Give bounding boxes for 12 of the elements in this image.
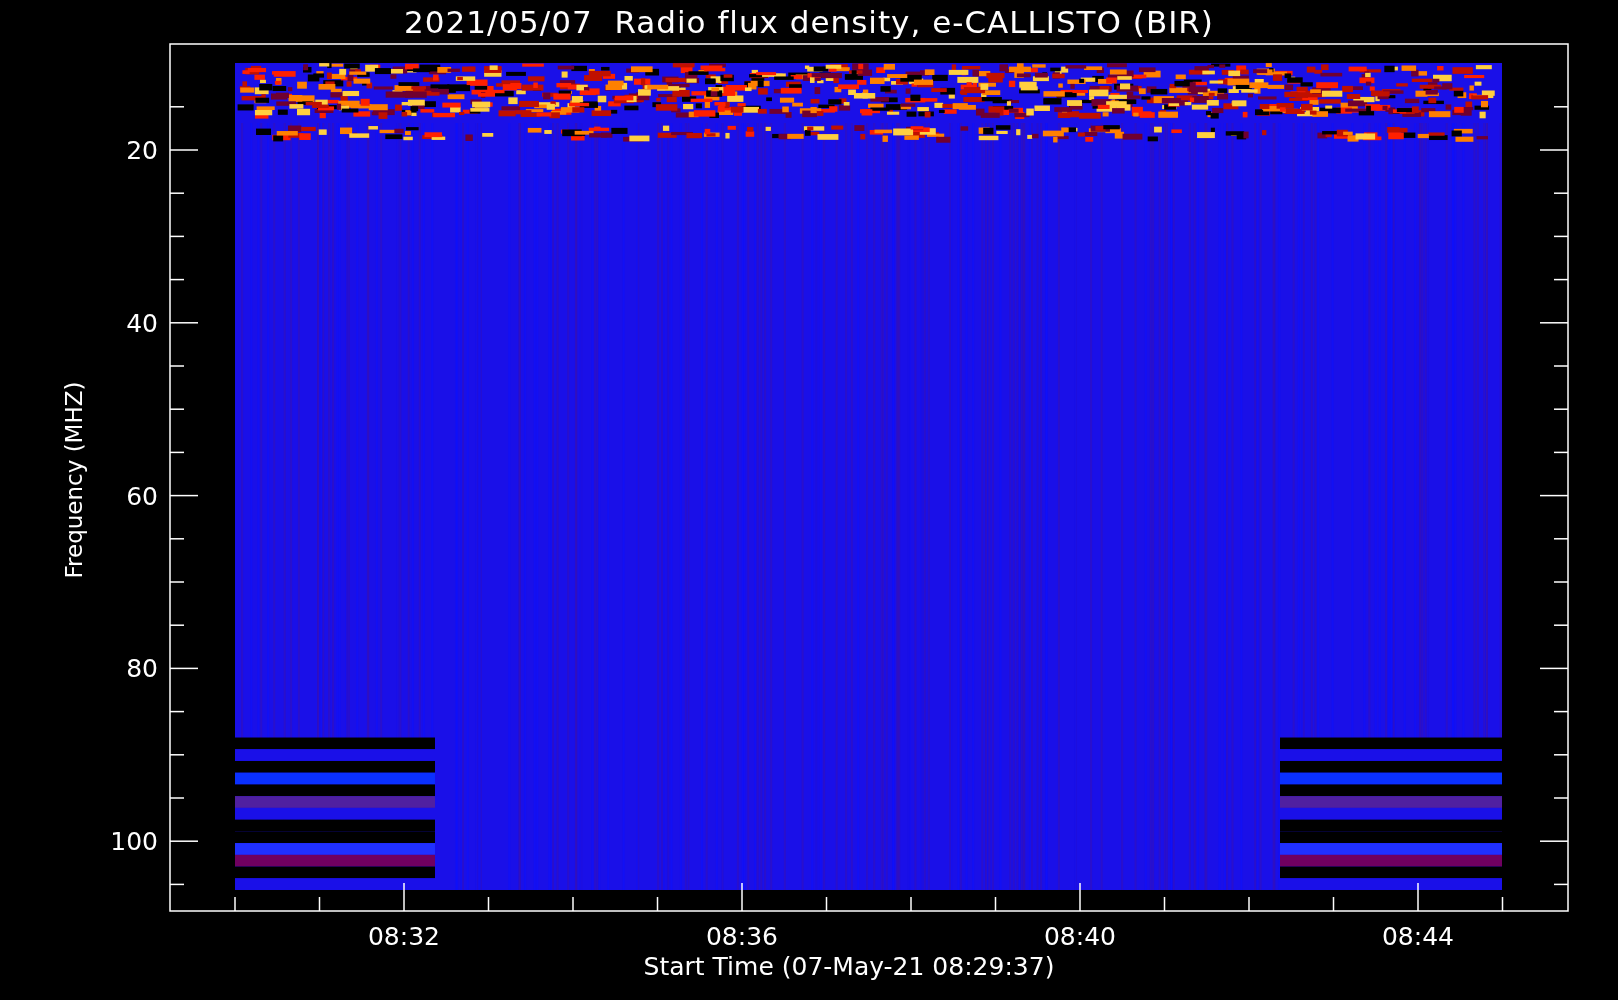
y-tick-label: 100 [110,827,158,857]
x-tick-label: 08:40 [1044,922,1116,951]
y-tick-label: 20 [126,136,158,165]
y-tick-label: 60 [126,481,158,511]
x-tick-label: 08:44 [1382,922,1454,951]
y-tick-label: 80 [126,654,158,684]
y-tick-label: 40 [126,308,158,338]
x-tick-label: 08:32 [368,922,440,951]
chart-title: 2021/05/07 Radio flux density, e-CALLISTO (BIR) [403,2,1215,42]
x-axis-label: Start Time (07-May-21 08:29:37) [643,952,1055,981]
y-axis-label: Frequency (MHZ) [61,381,87,579]
x-tick-label: 08:36 [706,922,778,951]
